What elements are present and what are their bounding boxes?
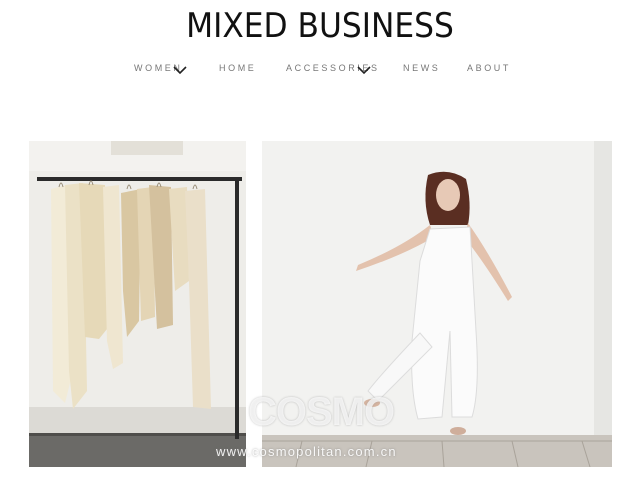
nav-item-news[interactable]: NEWS xyxy=(403,63,440,73)
nav-item-home[interactable]: HOME xyxy=(219,63,256,73)
chevron-down-icon[interactable] xyxy=(173,65,187,75)
cosmo-watermark-url: www.cosmopolitan.com.cn xyxy=(216,444,397,459)
main-nav: WOMEN HOME ACCESSORIES NEWS ABOUT xyxy=(0,63,640,83)
nav-item-about[interactable]: ABOUT xyxy=(467,63,511,73)
chevron-down-icon[interactable] xyxy=(357,65,371,75)
site-logo[interactable]: MIXED BUSINESS xyxy=(26,6,615,46)
clothing-rack-image[interactable] xyxy=(29,141,246,467)
cosmo-watermark: COSMO xyxy=(248,390,395,434)
